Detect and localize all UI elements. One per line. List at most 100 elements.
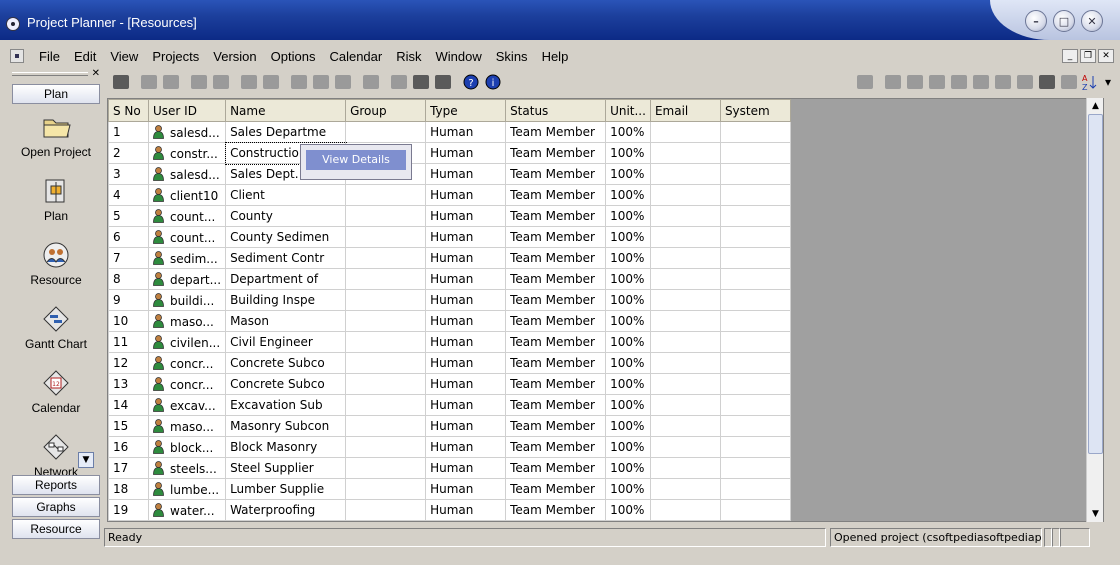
cell-system[interactable] <box>719 289 791 311</box>
trash-icon[interactable] <box>970 71 992 93</box>
column-header-email[interactable]: Email <box>649 99 721 122</box>
properties-icon[interactable] <box>360 71 382 93</box>
cell-group[interactable] <box>345 289 427 311</box>
cell-name[interactable]: Waterproofing <box>225 499 347 521</box>
cell-email[interactable] <box>649 478 721 500</box>
cell-unit[interactable]: 100% <box>605 205 651 227</box>
cell-type[interactable]: Human <box>425 331 507 353</box>
cell-sno[interactable]: 3 <box>108 163 149 185</box>
cell-email[interactable] <box>649 121 721 143</box>
cell-name[interactable]: Sales Departme <box>225 121 347 143</box>
cell-unit[interactable]: 100% <box>605 436 651 458</box>
cell-sno[interactable]: 17 <box>108 457 149 479</box>
table-row[interactable]: 15 maso... Masonry Subcon Human Team Member 1… <box>108 415 791 437</box>
forward-icon[interactable] <box>948 71 970 93</box>
cell-system[interactable] <box>719 142 791 164</box>
cell-email[interactable] <box>649 436 721 458</box>
cell-name[interactable]: Client <box>225 184 347 206</box>
cell-type[interactable]: Human <box>425 415 507 437</box>
panel-close-icon[interactable]: ✕ <box>92 68 100 79</box>
cell-unit[interactable]: 100% <box>605 352 651 374</box>
cell-name[interactable]: Lumber Supplie <box>225 478 347 500</box>
cell-type[interactable]: Human <box>425 457 507 479</box>
cell-group[interactable] <box>345 352 427 374</box>
cell-user-id[interactable]: salesd... <box>147 121 227 143</box>
menu-help[interactable]: Help <box>535 49 576 64</box>
table-row[interactable]: 11 civilen... Civil Engineer Human Team Memb… <box>108 331 791 353</box>
nav-item-plan[interactable]: Plan <box>12 175 100 223</box>
cell-user-id[interactable]: water... <box>147 499 227 521</box>
tools-icon[interactable] <box>854 71 876 93</box>
table-row[interactable]: 5 count... County Human Team Member 100% <box>108 205 791 227</box>
nav-tab-resource[interactable]: Resource <box>12 519 100 539</box>
cell-sno[interactable]: 14 <box>108 394 149 416</box>
cell-type[interactable]: Human <box>425 247 507 269</box>
cell-user-id[interactable]: count... <box>147 205 227 227</box>
cell-type[interactable]: Human <box>425 394 507 416</box>
cell-unit[interactable]: 100% <box>605 289 651 311</box>
minimize-button[interactable]: – <box>1025 10 1047 32</box>
cell-email[interactable] <box>649 457 721 479</box>
table-row[interactable]: 4 client10 Client Human Team Member 100% <box>108 184 791 206</box>
cell-sno[interactable]: 2 <box>108 142 149 164</box>
cell-type[interactable]: Human <box>425 226 507 248</box>
cell-group[interactable] <box>345 247 427 269</box>
nav-tab-graphs[interactable]: Graphs <box>12 497 100 517</box>
cell-group[interactable] <box>345 310 427 332</box>
cell-user-id[interactable]: steels... <box>147 457 227 479</box>
cell-email[interactable] <box>649 499 721 521</box>
cell-email[interactable] <box>649 310 721 332</box>
cell-type[interactable]: Human <box>425 205 507 227</box>
cell-email[interactable] <box>649 394 721 416</box>
window-icon[interactable] <box>926 71 948 93</box>
cell-group[interactable] <box>345 205 427 227</box>
column-header-sno[interactable]: S No <box>108 99 149 122</box>
cell-system[interactable] <box>719 352 791 374</box>
cut-icon[interactable] <box>288 71 310 93</box>
cell-sno[interactable]: 5 <box>108 205 149 227</box>
cell-status[interactable]: Team Member <box>505 184 607 206</box>
cell-user-id[interactable]: count... <box>147 226 227 248</box>
nav-item-resource[interactable]: Resource <box>12 239 100 287</box>
cell-sno[interactable]: 10 <box>108 310 149 332</box>
table-row[interactable]: 1 salesd... Sales Departme Human Team Member… <box>108 121 791 143</box>
cell-unit[interactable]: 100% <box>605 373 651 395</box>
cell-sno[interactable]: 9 <box>108 289 149 311</box>
column-header-system[interactable]: System <box>719 99 791 122</box>
cell-type[interactable]: Human <box>425 499 507 521</box>
cell-sno[interactable]: 15 <box>108 415 149 437</box>
cell-name[interactable]: Mason <box>225 310 347 332</box>
cell-group[interactable] <box>345 415 427 437</box>
cell-user-id[interactable]: concr... <box>147 373 227 395</box>
open-icon[interactable] <box>110 71 132 93</box>
scroll-up-icon[interactable]: ▲ <box>1087 98 1104 114</box>
cell-unit[interactable]: 100% <box>605 142 651 164</box>
cell-unit[interactable]: 100% <box>605 499 651 521</box>
cell-unit[interactable]: 100% <box>605 247 651 269</box>
cell-user-id[interactable]: depart... <box>147 268 227 290</box>
lock-icon[interactable] <box>210 71 232 93</box>
info-icon[interactable]: i <box>482 71 504 93</box>
menu-skins[interactable]: Skins <box>489 49 535 64</box>
cell-status[interactable]: Team Member <box>505 310 607 332</box>
cell-name[interactable]: Building Inspe <box>225 289 347 311</box>
cell-unit[interactable]: 100% <box>605 163 651 185</box>
cell-sno[interactable]: 19 <box>108 499 149 521</box>
scrollbar-thumb[interactable] <box>1088 114 1103 454</box>
cell-status[interactable]: Team Member <box>505 457 607 479</box>
cell-sno[interactable]: 18 <box>108 478 149 500</box>
cell-type[interactable]: Human <box>425 436 507 458</box>
cost-icon[interactable] <box>1014 71 1036 93</box>
maximize-button[interactable]: □ <box>1053 10 1075 32</box>
cell-status[interactable]: Team Member <box>505 163 607 185</box>
cell-user-id[interactable]: constr... <box>147 142 227 164</box>
cell-sno[interactable]: 12 <box>108 352 149 374</box>
document-menu-icon[interactable] <box>10 49 24 63</box>
mdi-close-button[interactable]: ✕ <box>1098 49 1114 63</box>
table-row[interactable]: 8 depart... Department of Human Team Member 1… <box>108 268 791 290</box>
cell-status[interactable]: Team Member <box>505 499 607 521</box>
cell-status[interactable]: Team Member <box>505 121 607 143</box>
save-icon[interactable] <box>188 71 210 93</box>
cell-name[interactable]: Concrete Subco <box>225 352 347 374</box>
panel-grip[interactable] <box>12 72 88 76</box>
